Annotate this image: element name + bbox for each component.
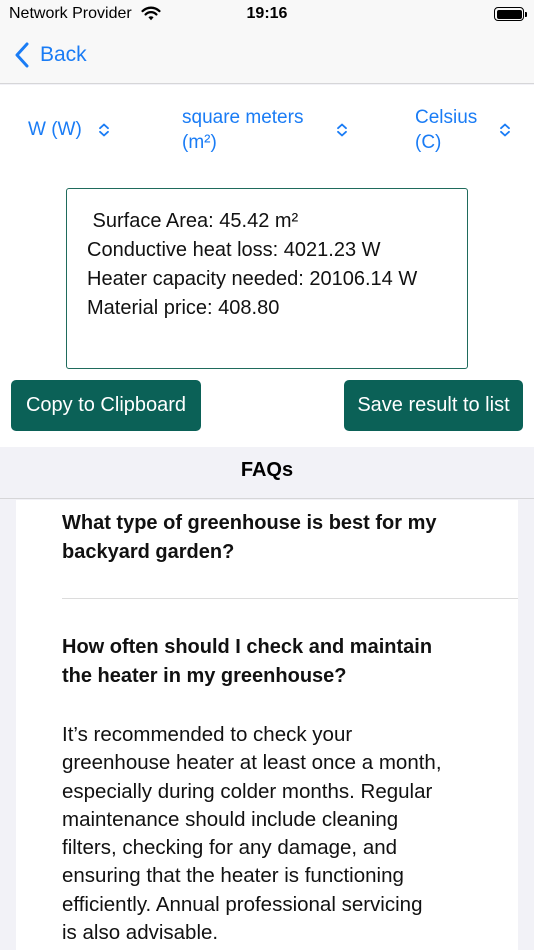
status-time: 19:16 [246, 5, 288, 22]
calculator-panel: W (W) square meters (m²) Celsius (C) Sur… [0, 85, 534, 447]
copy-button-label: Copy to Clipboard [25, 394, 187, 416]
battery-tip [525, 12, 527, 17]
result-text-area[interactable]: Surface Area: 45.42 m² Conductive heat l… [66, 188, 468, 369]
chevron-up-down-icon [99, 123, 109, 137]
area-unit-symbol: (m²) [182, 132, 217, 153]
temperature-unit-picker[interactable]: Celsius (C) [415, 105, 477, 155]
status-bar: Network Provider 19:16 [0, 0, 534, 30]
faq-question[interactable]: What type of greenhouse is best for my b… [62, 509, 482, 567]
area-unit-label: square meters [182, 107, 304, 128]
faq-list[interactable]: What type of greenhouse is best for my b… [16, 500, 518, 950]
copy-to-clipboard-button[interactable]: Copy to Clipboard [11, 380, 201, 431]
faq-item[interactable]: What type of greenhouse is best for my b… [62, 509, 482, 567]
faq-answer-line: filters, checking for any damage, and [62, 836, 398, 860]
faq-question[interactable]: How often should I check and maintain th… [62, 633, 482, 691]
faq-answer-line: It’s recommended to check your [62, 723, 353, 746]
temperature-unit-label: Celsius [415, 107, 478, 128]
area-unit-picker[interactable]: square meters (m²) [182, 105, 303, 155]
faq-divider [62, 598, 518, 599]
chevron-up-down-icon [500, 123, 510, 137]
faq-question-line: What type of greenhouse is best for my [62, 512, 437, 534]
faq-answer-line: especially during colder months. Regular [62, 779, 433, 803]
chevron-left-icon [15, 42, 29, 68]
chevron-up-down-icon [337, 123, 347, 137]
faq-question-line: backyard garden? [62, 541, 235, 563]
result-surface-area: Surface Area: 45.42 m² [87, 210, 299, 232]
back-button-label: Back [40, 43, 87, 66]
result-heat-loss: Conductive heat loss: 4021.23 W [87, 239, 381, 261]
faq-answer-line: efficiently. Annual professional servici… [62, 892, 423, 916]
faq-question-line: the heater in my greenhouse? [62, 665, 347, 687]
temperature-unit-symbol: (C) [415, 132, 442, 153]
faq-item[interactable]: How often should I check and maintain th… [62, 633, 482, 947]
power-unit-picker[interactable]: W (W) [28, 117, 82, 142]
result-heater-capacity: Heater capacity needed: 20106.14 W [87, 268, 418, 290]
faq-section-title: FAQs [0, 447, 534, 499]
faq-answer-line: is also advisable. [62, 921, 219, 945]
faq-question-line: How often should I check and maintain [62, 636, 433, 658]
faq-answer: It’s recommended to check your greenhous… [62, 721, 482, 947]
save-button-label: Save result to list [357, 394, 510, 416]
faq-answer-line: maintenance should include cleaning [62, 807, 399, 831]
power-unit-label: W (W) [28, 119, 82, 140]
save-result-button[interactable]: Save result to list [344, 380, 523, 431]
back-button[interactable]: Back [14, 39, 87, 71]
faq-answer-line: ensuring that the heater is functioning [62, 864, 404, 888]
battery-icon [494, 7, 524, 21]
faq-answer-line: greenhouse heater at least once a month, [62, 751, 442, 775]
navigation-bar: Back [0, 30, 534, 84]
result-material-price: Material price: 408.80 [87, 297, 280, 319]
